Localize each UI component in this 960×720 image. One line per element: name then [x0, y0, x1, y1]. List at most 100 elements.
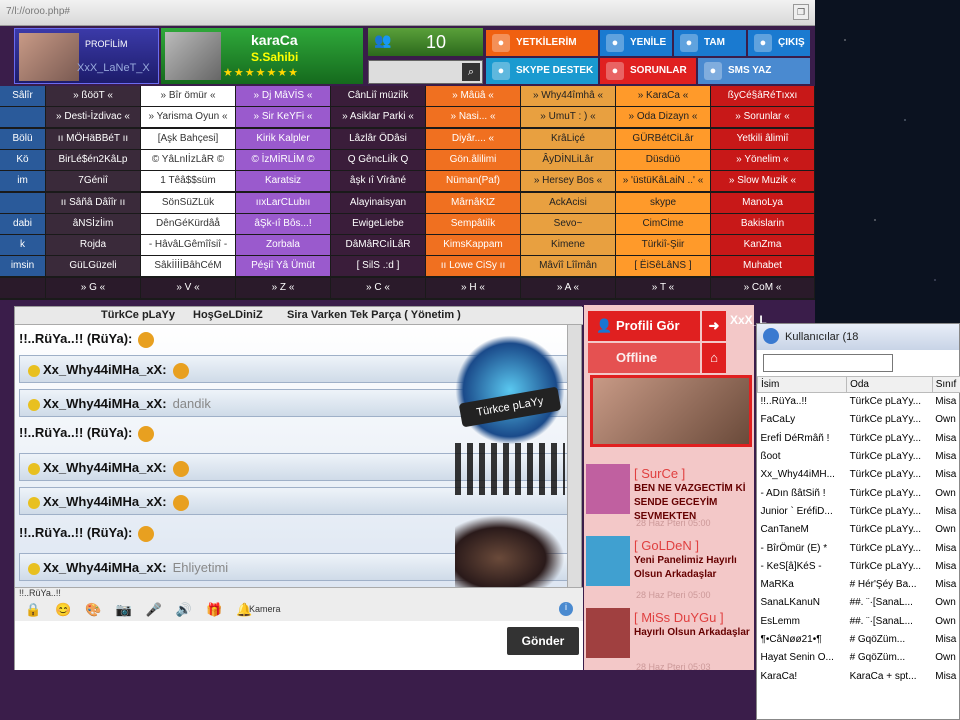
room-button[interactable]: - HâvâLGêmîîsiî -: [141, 235, 236, 256]
top-button-5[interactable]: ● SORUNLAR: [600, 58, 696, 84]
room-button[interactable]: 7Géniî: [46, 171, 141, 192]
room-button[interactable]: » T «: [616, 277, 711, 298]
user-row[interactable]: SanaLKanuN ##. ¨·[SanaL... Own: [758, 594, 960, 612]
room-button[interactable]: Péşiî Yâ Ümüt: [236, 256, 331, 277]
camera-label[interactable]: Kamera: [249, 604, 281, 614]
my-profile-panel[interactable]: PROFİLİM XxX_LaNeT_X: [14, 28, 159, 84]
room-button[interactable]: Düsdüö: [616, 149, 711, 170]
message-author[interactable]: !!..RüYa..!! (RüYa):: [19, 331, 132, 346]
room-button[interactable]: » Sorunlar «: [711, 107, 815, 128]
arrow-right-icon[interactable]: ➜: [702, 311, 726, 341]
room-button[interactable]: GÜRBétCiLâr: [616, 128, 711, 149]
room-button[interactable]: ıı MÖHäBBéT ıı: [46, 128, 141, 149]
room-button[interactable]: SâkİİİİBâhCéM: [141, 256, 236, 277]
room-button[interactable]: CimCime: [616, 213, 711, 234]
room-button[interactable]: ıı Sâñâ Dâîîr ıı: [46, 192, 141, 213]
room-button[interactable]: k: [0, 235, 46, 256]
room-button[interactable]: âNSİzİim: [46, 213, 141, 234]
user-row[interactable]: - BîrÖmür (E) * TürkCe pLaYy... Misa: [758, 539, 960, 557]
room-button[interactable]: Kirik Kalpler: [236, 128, 331, 149]
room-button[interactable]: ßyCé§âRéTıxxı: [711, 86, 815, 106]
room-button[interactable]: » CoM «: [711, 277, 815, 298]
user-row[interactable]: Erefİ DéRmâñ ! TürkCe pLaYy... Misa: [758, 429, 960, 447]
room-button[interactable]: » Dj MâVİS «: [236, 86, 331, 106]
room-button[interactable]: Muhabet: [711, 256, 815, 277]
room-owner-panel[interactable]: karaCa S.Sahibi ★★★★★★★: [161, 28, 363, 84]
post-author[interactable]: [ GoLDeN ]: [634, 538, 699, 553]
room-button[interactable]: Sâlîr: [0, 86, 46, 106]
room-button[interactable]: [Aşk Bahçesi]: [141, 128, 236, 149]
room-button[interactable]: SönSüZLük: [141, 192, 236, 213]
room-button[interactable]: ManoLya: [711, 192, 815, 213]
user-row[interactable]: ßoot TürkCe pLaYy... Misa: [758, 447, 960, 465]
room-button[interactable]: KrâLiçé: [521, 128, 616, 149]
message-author[interactable]: !!..RüYa..!! (RüYa):: [19, 425, 132, 440]
room-button[interactable]: ııxLarCLubıı: [236, 192, 331, 213]
room-button[interactable]: Türkiî-Şiir: [616, 235, 711, 256]
room-button[interactable]: » 'üstüKâLaiN ..' «: [616, 171, 711, 192]
room-button[interactable]: Lâzlâr ÖDâsi: [331, 128, 426, 149]
room-button[interactable]: Rojda: [46, 235, 141, 256]
column-header[interactable]: Sınıf: [931, 376, 960, 393]
room-button[interactable]: Zorbala: [236, 235, 331, 256]
room-button[interactable]: Kimene: [521, 235, 616, 256]
room-button[interactable]: Bakislarin: [711, 213, 815, 234]
message-author[interactable]: Xx_Why44iMHa_xX:: [43, 362, 167, 377]
room-button[interactable]: im: [0, 171, 46, 192]
room-button[interactable]: » Yarisma Oyun «: [141, 107, 236, 128]
room-button[interactable]: » A «: [521, 277, 616, 298]
room-button[interactable]: Kö: [0, 149, 46, 170]
room-button[interactable]: imsin: [0, 256, 46, 277]
room-button[interactable]: » Z «: [236, 277, 331, 298]
offline-button[interactable]: Offline: [588, 343, 700, 373]
room-button[interactable]: » KaraCa «: [616, 86, 711, 106]
room-button[interactable]: » Nasi... «: [426, 107, 521, 128]
post-author[interactable]: [ SurCe ]: [634, 466, 685, 481]
room-button[interactable]: » Yönelim «: [711, 149, 815, 170]
room-button[interactable]: âşk ıî Vîrâné: [331, 171, 426, 192]
user-row[interactable]: FaCaLy TürkCe pLaYy... Own: [758, 411, 960, 429]
room-search-input[interactable]: ⌕: [368, 60, 483, 84]
room-button[interactable]: » Mâüâ «: [426, 86, 521, 106]
room-button[interactable]: Diyâr.... «: [426, 128, 521, 149]
chat-scrollbar[interactable]: [567, 325, 581, 587]
user-row[interactable]: KaraCa! KaraCa + spt... Misa: [758, 667, 960, 685]
room-button[interactable]: » Bîr ömür «: [141, 86, 236, 106]
tab-now-playing[interactable]: Sira Varken Tek Parça ( Yönetim ): [287, 309, 461, 321]
room-button[interactable]: 1 Têâ$$süm: [141, 171, 236, 192]
room-button[interactable]: » Hersey Bos «: [521, 171, 616, 192]
room-button[interactable]: DênGéKürdâå: [141, 213, 236, 234]
message-author[interactable]: Xx_Why44iMHa_xX:: [43, 560, 167, 575]
room-button[interactable]: MârnâKtZ: [426, 192, 521, 213]
room-button[interactable]: © İzMİRLİM ©: [236, 149, 331, 170]
room-button[interactable]: Karatsiz: [236, 171, 331, 192]
message-author[interactable]: !!..RüYa..!! (RüYa):: [19, 525, 132, 540]
top-button-1[interactable]: ● YENİLE: [600, 30, 672, 56]
room-button[interactable]: Q GêncLiİk Q: [331, 149, 426, 170]
user-row[interactable]: Junior ` EréfiD... TürkCe pLaYy... Misa: [758, 502, 960, 520]
room-button[interactable]: skype: [616, 192, 711, 213]
room-button[interactable]: Alayinaisyan: [331, 192, 426, 213]
room-button[interactable]: âŞk-ıî Bôs...!: [236, 213, 331, 234]
room-button[interactable]: Sempâtiîk: [426, 213, 521, 234]
toolbar-icons[interactable]: 🔒😊🎨📷🎤🔊🎁🔔: [25, 602, 267, 618]
room-button[interactable]: ÂyDİNLiLâr: [521, 149, 616, 170]
room-button[interactable]: [0, 192, 46, 213]
top-button-2[interactable]: ●TAM EKRAN: [674, 30, 746, 74]
message-author[interactable]: Xx_Why44iMHa_xX:: [43, 396, 167, 411]
room-button[interactable]: » Sir KeYFi «: [236, 107, 331, 128]
room-button[interactable]: AckAcisi: [521, 192, 616, 213]
room-button[interactable]: Sevo~: [521, 213, 616, 234]
room-button[interactable]: Nüman(Paf): [426, 171, 521, 192]
room-button[interactable]: » Oda Dizayn «: [616, 107, 711, 128]
room-button[interactable]: » Asiklar Parki «: [331, 107, 426, 128]
room-button[interactable]: DâMâRCıİLâR: [331, 235, 426, 256]
room-button[interactable]: » Desti-İzdivac «: [46, 107, 141, 128]
room-button[interactable]: » H «: [426, 277, 521, 298]
send-button[interactable]: Gönder: [507, 627, 579, 655]
top-button-4[interactable]: ● SKYPE DESTEK: [486, 58, 598, 84]
room-button[interactable]: GüLGüzeli: [46, 256, 141, 277]
room-button[interactable]: KanZma: [711, 235, 815, 256]
user-row[interactable]: - KeS[â]KéS - TürkCe pLaYy... Misa: [758, 557, 960, 575]
user-row[interactable]: !!..RüYa..!! TürkCe pLaYy... Misa: [758, 393, 960, 411]
